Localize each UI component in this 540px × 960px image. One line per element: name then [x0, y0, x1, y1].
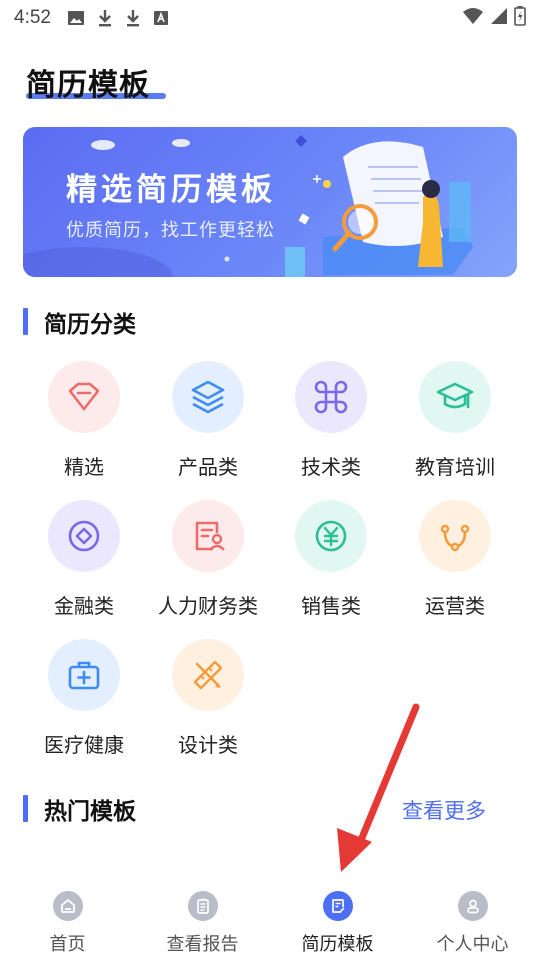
category-label: 金融类 [54, 594, 114, 618]
coin-icon [48, 500, 120, 572]
category-item[interactable]: 销售类 [269, 500, 393, 619]
section-indicator [23, 308, 28, 335]
category-label: 产品类 [178, 455, 238, 479]
banner-subtitle: 优质简历，找工作更轻松 [66, 220, 275, 241]
category-label: 销售类 [301, 594, 361, 618]
category-item[interactable]: 运营类 [393, 500, 517, 619]
section-indicator [23, 795, 28, 822]
page-title: 简历模板 [26, 68, 150, 103]
ruler-pencil-icon [172, 639, 244, 711]
category-label: 精选 [64, 455, 104, 479]
tab-label: 简历模板 [301, 934, 374, 955]
battery-icon [514, 6, 526, 30]
home-icon [52, 891, 83, 921]
banner-title: 精选简历模板 [66, 172, 276, 208]
tab-label: 个人中心 [436, 934, 509, 955]
tab-label: 查看报告 [166, 934, 239, 955]
tab-home[interactable]: 首页 [0, 880, 135, 960]
category-item[interactable]: 金融类 [22, 500, 146, 619]
bottom-tab-bar: 首页 查看报告 简历模板 个人中心 [0, 880, 540, 960]
category-item[interactable]: 技术类 [269, 361, 393, 480]
category-item[interactable]: 精选 [22, 361, 146, 480]
category-label: 医疗健康 [44, 733, 124, 757]
resume-template-icon [322, 891, 353, 921]
tab-profile[interactable]: 个人中心 [405, 880, 540, 960]
font-icon [153, 10, 169, 26]
status-bar: 4:52 [0, 0, 540, 36]
wifi-icon [462, 7, 484, 29]
tab-resume-template[interactable]: 简历模板 [270, 880, 405, 960]
stethoscope-icon [419, 500, 491, 572]
download-icon [97, 9, 113, 27]
yuan-icon [295, 500, 367, 572]
user-icon [457, 891, 488, 921]
view-more-link[interactable]: 查看更多 [402, 795, 486, 825]
category-label: 人力财务类 [158, 594, 258, 618]
graduation-cap-icon [419, 361, 491, 433]
tab-label: 首页 [49, 934, 86, 955]
command-icon [295, 361, 367, 433]
image-icon [67, 10, 85, 26]
category-item[interactable]: 医疗健康 [22, 639, 146, 758]
banner[interactable]: 精选简历模板 优质简历，找工作更轻松 [23, 127, 517, 277]
diamond-icon [48, 361, 120, 433]
medical-kit-icon [48, 639, 120, 711]
signal-icon [490, 7, 508, 29]
category-item[interactable]: 人力财务类 [146, 500, 270, 619]
category-item[interactable]: 教育培训 [393, 361, 517, 480]
category-label: 设计类 [178, 733, 238, 757]
layers-icon [172, 361, 244, 433]
category-label: 技术类 [301, 455, 361, 479]
category-label: 教育培训 [415, 455, 495, 479]
category-item[interactable]: 设计类 [146, 639, 270, 758]
status-time: 4:52 [14, 7, 51, 28]
category-item[interactable]: 产品类 [146, 361, 270, 480]
section-title-categories: 简历分类 [44, 312, 136, 338]
person-document-icon [172, 500, 244, 572]
section-title-hot: 热门模板 [44, 799, 136, 825]
category-label: 运营类 [425, 594, 485, 618]
report-icon [187, 891, 218, 921]
download-icon [125, 9, 141, 27]
tab-report[interactable]: 查看报告 [135, 880, 270, 960]
